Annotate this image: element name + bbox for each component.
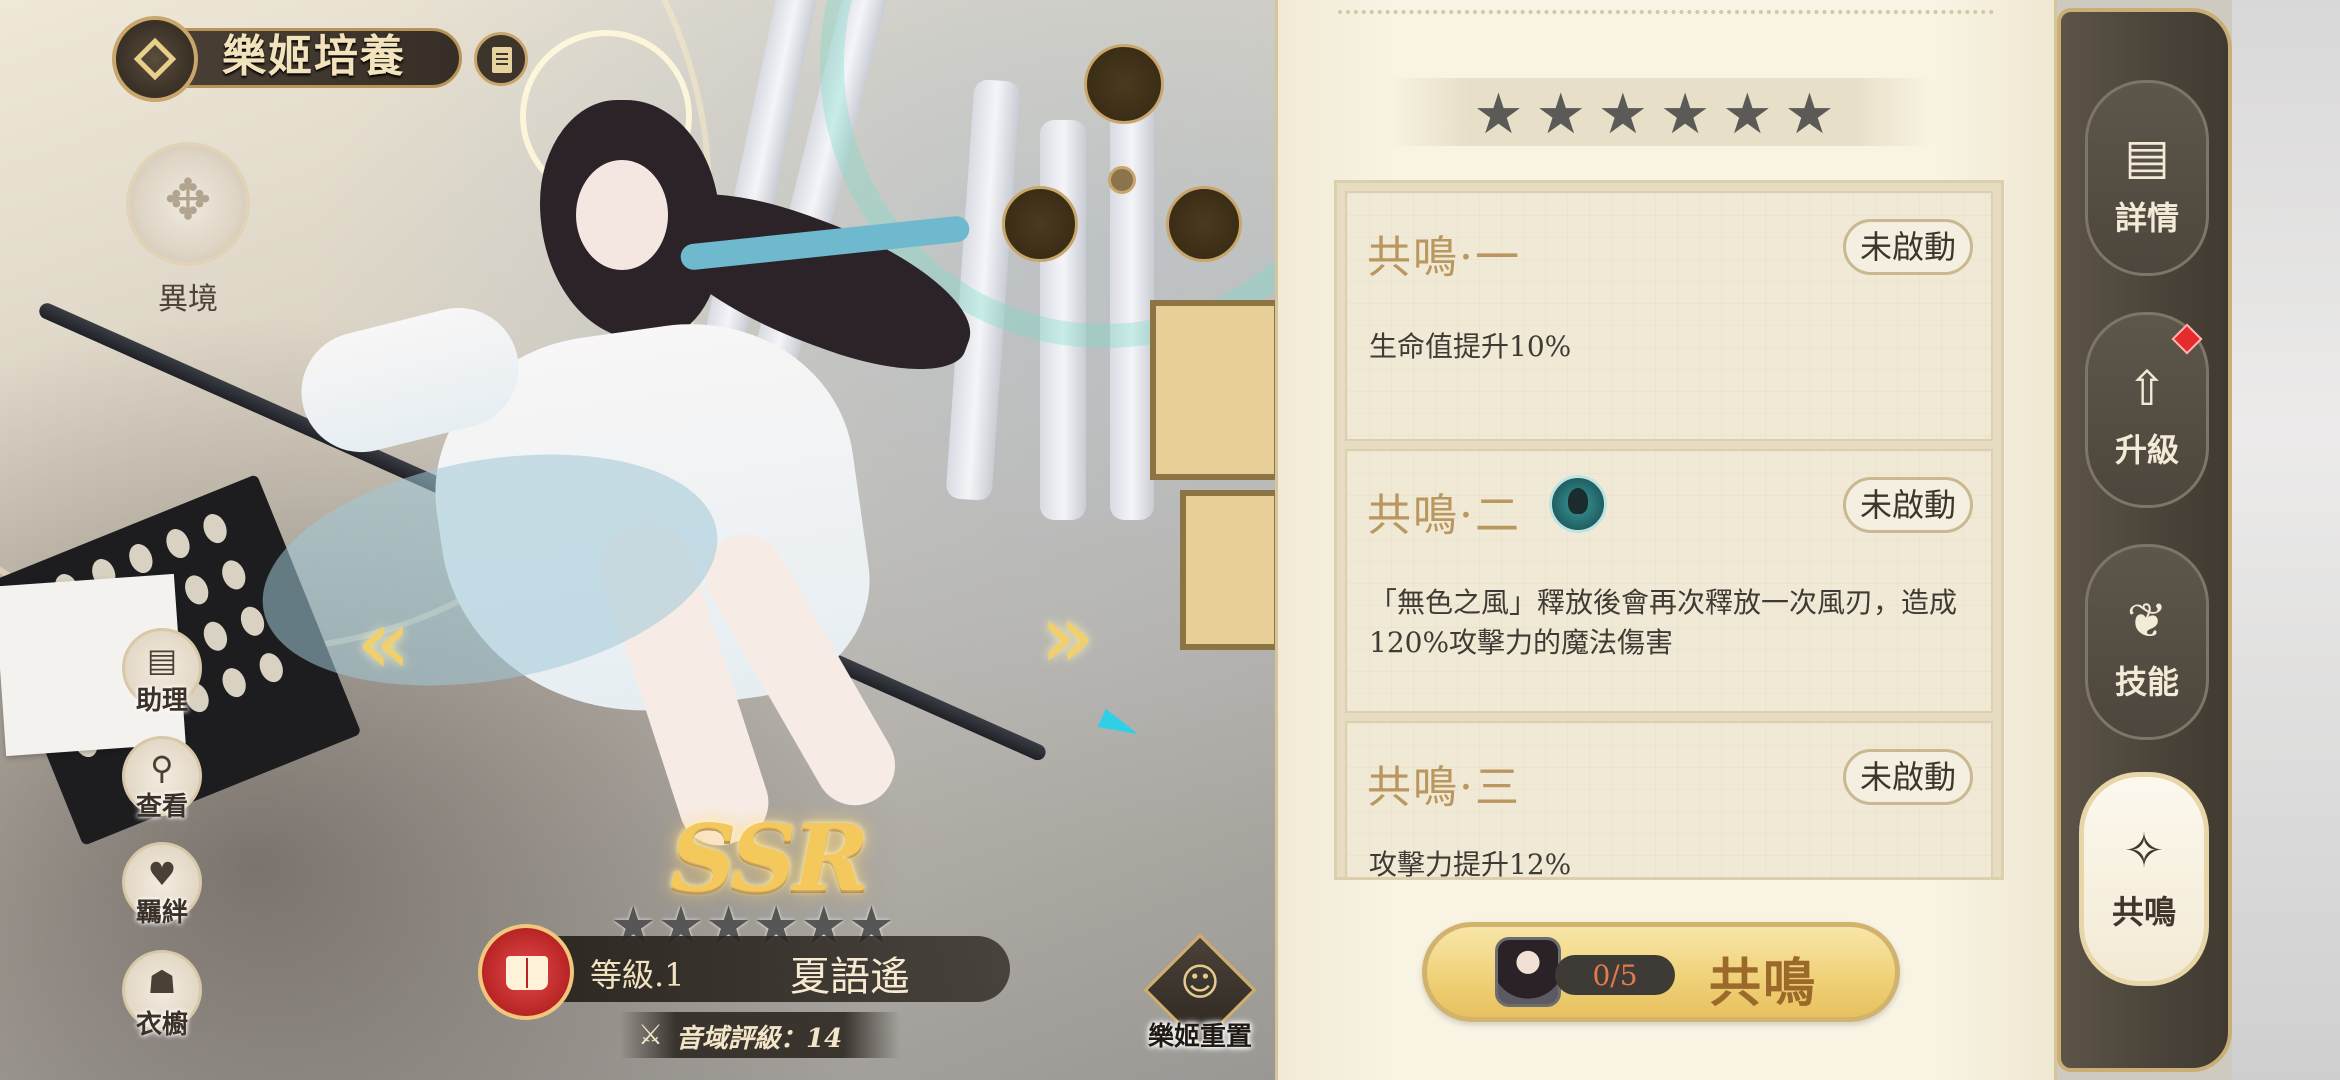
character-face xyxy=(576,160,668,270)
heart-icon: ♥ xyxy=(147,855,177,893)
document-icon xyxy=(492,47,512,73)
next-character-arrow-icon[interactable]: » xyxy=(1040,584,1095,689)
page-title: 樂姬培養 xyxy=(222,31,406,82)
character-portrait-icon xyxy=(1495,937,1561,1007)
resonance-count: 0/5 xyxy=(1592,959,1638,992)
resonance-description: 生命值提升10% xyxy=(1369,330,1572,363)
tab-resonance[interactable]: ✧ 共鳴 xyxy=(2079,772,2209,986)
crossed-swords-icon: ⚔ xyxy=(638,1018,664,1051)
class-book-icon xyxy=(478,924,574,1020)
tab-label: 詳情 xyxy=(2114,199,2179,237)
menu-emblem-icon[interactable] xyxy=(112,16,198,102)
character-level: 等級.1 xyxy=(590,956,685,994)
skill-crest-icon: ❦ xyxy=(2126,593,2168,649)
resonance-status-badge: 未啟動 xyxy=(1843,749,1973,805)
tab-skills[interactable]: ❦ 技能 xyxy=(2085,544,2209,740)
amp-speaker xyxy=(1180,490,1275,650)
right-nav: ▤ 詳情 ⇧ 升級 ❦ 技能 ✧ 共鳴 xyxy=(2057,8,2232,1072)
resonance-description: 「無色之風」釋放後會再次釋放一次風刃，造成120%攻擊力的魔法傷害 xyxy=(1369,586,1958,659)
resonance-card: 共鳴·一 未啟動 生命值提升10% xyxy=(1345,191,1993,441)
dragon-crest-icon: ✥ xyxy=(164,168,212,233)
resonance-title: 共鳴·一 xyxy=(1367,232,1521,283)
resonate-button-label: 共鳴 xyxy=(1709,953,1818,1014)
resonance-description: 攻擊力提升12% xyxy=(1369,848,1572,880)
assistant-label: 助理 xyxy=(135,686,188,716)
document-icon: ▤ xyxy=(2124,129,2170,185)
orb-socket-right xyxy=(1166,186,1242,262)
orb-socket-left xyxy=(1002,186,1078,262)
spear-tip xyxy=(1097,708,1143,744)
view-label: 查看 xyxy=(135,792,188,822)
orb-socket-center xyxy=(1108,166,1136,194)
realm-label: 異境 xyxy=(158,282,218,317)
realm-button[interactable]: ✥ xyxy=(126,142,250,266)
resonance-title: 共鳴·三 xyxy=(1367,762,1521,813)
resonance-status-badge: 未啟動 xyxy=(1843,219,1973,275)
resonance-card: 共鳴·二 未啟動 「無色之風」釋放後會再次釋放一次風刃，造成120%攻擊力的魔法… xyxy=(1345,449,1993,713)
resonance-list[interactable]: 共鳴·一 未啟動 生命值提升10% 共鳴·二 未啟動 「無色之風」釋放後會再次釋… xyxy=(1334,180,2004,880)
assistant-card-icon: ▤ xyxy=(146,641,178,679)
wardrobe-label: 衣櫥 xyxy=(135,1010,188,1040)
resonance-panel: ★★★★★★ 共鳴·一 未啟動 生命值提升10% 共鳴·二 未啟動 「無色之風」… xyxy=(1275,0,2057,1080)
tab-label: 共鳴 xyxy=(2111,893,2176,931)
skill-portrait-icon[interactable] xyxy=(1549,475,1607,533)
tab-label: 升級 xyxy=(2114,431,2179,469)
resonance-card: 共鳴·三 未啟動 攻擊力提升12% xyxy=(1345,721,1993,880)
character-name: 夏語遙 xyxy=(790,954,910,1000)
upgrade-arrow-icon: ⇧ xyxy=(2126,361,2168,417)
resonance-title: 共鳴·二 xyxy=(1367,490,1521,541)
amp-speaker xyxy=(1150,300,1275,480)
bond-label: 羈絆 xyxy=(135,898,188,928)
resonate-button[interactable]: 0/5 共鳴 xyxy=(1422,922,1900,1022)
page-title-plate: 樂姬培養 xyxy=(112,16,462,102)
range-rating: 音域評級：14 xyxy=(676,1024,843,1054)
prev-character-arrow-icon[interactable]: « xyxy=(356,590,411,695)
reset-label: 樂姬重置 xyxy=(1147,1022,1252,1052)
resonance-stars: ★★★★★★ xyxy=(1473,82,1847,147)
panel-stars-bar: ★★★★★★ xyxy=(1388,78,1932,147)
dress-icon: ☗ xyxy=(147,963,177,1001)
orb-socket-top xyxy=(1084,44,1164,124)
resonance-star-icon: ✧ xyxy=(2123,823,2165,879)
tab-details[interactable]: ▤ 詳情 xyxy=(2085,80,2209,276)
resonance-status-badge: 未啟動 xyxy=(1843,477,1973,533)
reset-character-icon: ☺ xyxy=(1180,960,1220,1004)
info-document-button[interactable] xyxy=(474,32,528,86)
magnifier-icon: ⚲ xyxy=(150,749,174,787)
background-strip xyxy=(2232,0,2340,1080)
tab-label: 技能 xyxy=(2114,663,2179,701)
panel-stitch xyxy=(1338,0,1994,14)
